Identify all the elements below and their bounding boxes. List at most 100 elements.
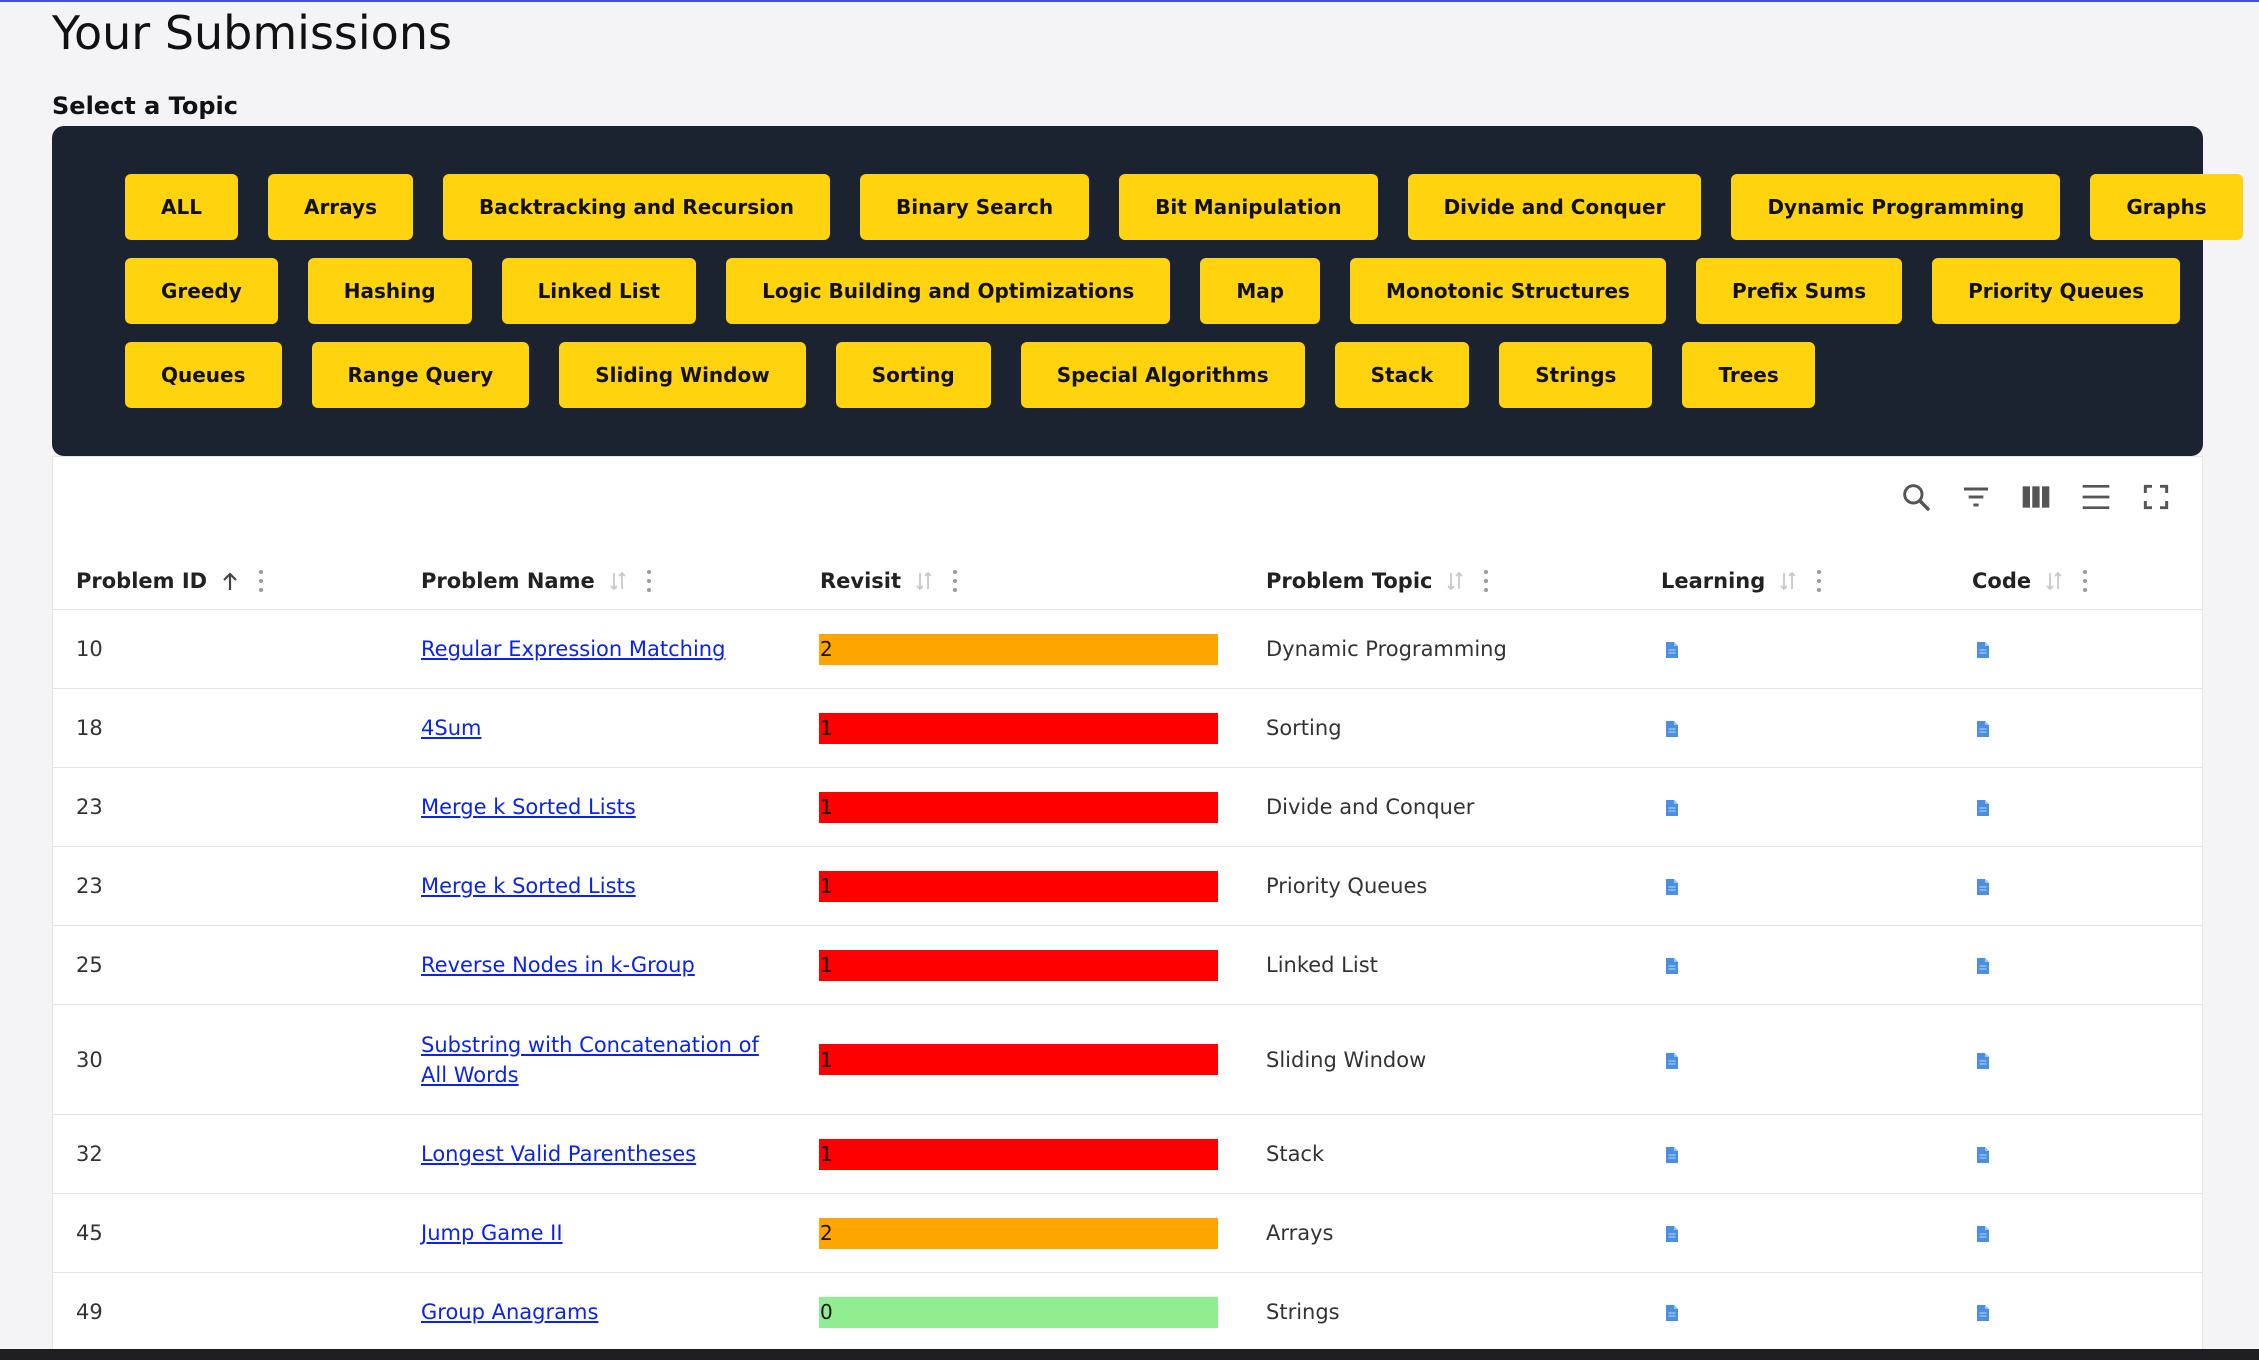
- problem-topic: Dynamic Programming: [1266, 637, 1507, 661]
- sort-icon[interactable]: [2045, 570, 2063, 592]
- problem-id-cell: 30: [76, 1005, 103, 1114]
- learning-document-icon[interactable]: [1664, 1145, 1680, 1163]
- problem-id-cell: 45: [76, 1194, 103, 1272]
- columns-icon[interactable]: [2020, 481, 2052, 513]
- revisit-cell: 1: [819, 847, 1218, 925]
- problem-id: 23: [76, 874, 103, 898]
- problem-topic-cell: Arrays: [1266, 1194, 1334, 1272]
- problem-name-link[interactable]: Substring with Concatenation of All Word…: [421, 1030, 791, 1090]
- code-document-icon[interactable]: [1975, 956, 1991, 974]
- sort-icon[interactable]: [915, 570, 933, 592]
- learning-document-icon[interactable]: [1664, 956, 1680, 974]
- topic-button-monotonic-structures[interactable]: Monotonic Structures: [1350, 258, 1666, 324]
- topic-button-stack[interactable]: Stack: [1334, 342, 1470, 408]
- topic-button-special-algorithms[interactable]: Special Algorithms: [1020, 342, 1305, 408]
- topic-button-map[interactable]: Map: [1200, 258, 1321, 324]
- sort-icon[interactable]: [1779, 570, 1797, 592]
- sort-icon[interactable]: [609, 570, 627, 592]
- problem-name-link[interactable]: 4Sum: [421, 713, 481, 743]
- topic-button-hashing[interactable]: Hashing: [307, 258, 472, 324]
- revisit-bar: 1: [819, 870, 1218, 902]
- topic-button-graphs[interactable]: Graphs: [2090, 174, 2243, 240]
- topic-button-prefix-sums[interactable]: Prefix Sums: [1695, 258, 1903, 324]
- problem-topic-cell: Sliding Window: [1266, 1005, 1426, 1114]
- column-header-revisit[interactable]: Revisit: [820, 551, 959, 610]
- learning-document-icon[interactable]: [1664, 719, 1680, 737]
- learning-document-icon[interactable]: [1664, 640, 1680, 658]
- topic-button-logic-building[interactable]: Logic Building and Optimizations: [726, 258, 1171, 324]
- sort-ascending-icon[interactable]: [221, 570, 239, 592]
- column-header-code[interactable]: Code: [1972, 551, 2089, 610]
- problem-name-link[interactable]: Jump Game II: [421, 1218, 563, 1248]
- column-title: Learning: [1661, 568, 1766, 593]
- problem-topic-cell: Linked List: [1266, 926, 1378, 1004]
- revisit-bar: 2: [819, 1217, 1218, 1249]
- topic-button-divide-and-conquer[interactable]: Divide and Conquer: [1407, 174, 1702, 240]
- column-header-problem-topic[interactable]: Problem Topic: [1266, 551, 1490, 610]
- problem-name-link[interactable]: Regular Expression Matching: [421, 634, 725, 664]
- topic-button-sliding-window[interactable]: Sliding Window: [559, 342, 806, 408]
- topic-button-queues[interactable]: Queues: [125, 342, 282, 408]
- learning-cell: [1664, 689, 1680, 767]
- code-document-icon[interactable]: [1975, 1051, 1991, 1069]
- code-document-icon[interactable]: [1975, 1145, 1991, 1163]
- sort-icon[interactable]: [1446, 570, 1464, 592]
- problem-name-link[interactable]: Merge k Sorted Lists: [421, 792, 636, 822]
- column-menu-icon[interactable]: [1484, 569, 1490, 592]
- code-document-icon[interactable]: [1975, 719, 1991, 737]
- column-menu-icon[interactable]: [259, 569, 265, 592]
- topic-button-greedy[interactable]: Greedy: [125, 258, 278, 324]
- problem-name-link[interactable]: Merge k Sorted Lists: [421, 871, 636, 901]
- learning-document-icon[interactable]: [1664, 877, 1680, 895]
- topic-button-range-query[interactable]: Range Query: [311, 342, 530, 408]
- problem-topic: Sliding Window: [1266, 1047, 1427, 1072]
- column-menu-icon[interactable]: [2083, 569, 2089, 592]
- topic-button-bit-manipulation[interactable]: Bit Manipulation: [1119, 174, 1378, 240]
- topic-button-strings[interactable]: Strings: [1499, 342, 1653, 408]
- problem-id-cell: 10: [76, 610, 103, 688]
- topic-button-backtracking-and-recursion[interactable]: Backtracking and Recursion: [443, 174, 831, 240]
- problem-name-link[interactable]: Reverse Nodes in k-Group: [421, 950, 695, 980]
- topic-button-arrays[interactable]: Arrays: [267, 174, 413, 240]
- code-document-icon[interactable]: [1975, 1303, 1991, 1321]
- topic-button-all[interactable]: ALL: [125, 174, 238, 240]
- column-menu-icon[interactable]: [1817, 569, 1823, 592]
- density-icon[interactable]: [2080, 481, 2112, 513]
- code-document-icon[interactable]: [1975, 1224, 1991, 1242]
- code-document-icon[interactable]: [1975, 798, 1991, 816]
- problem-topic: Priority Queues: [1266, 874, 1428, 898]
- table-row: 18 4Sum 1 Sorting: [53, 689, 2202, 768]
- search-icon[interactable]: [1900, 481, 1932, 513]
- code-document-icon[interactable]: [1975, 640, 1991, 658]
- problem-topic-cell: Divide and Conquer: [1266, 768, 1474, 846]
- column-header-learning[interactable]: Learning: [1661, 551, 1823, 610]
- table-header: Problem ID Problem Name Revisit Problem …: [53, 551, 2202, 610]
- code-document-icon[interactable]: [1975, 877, 1991, 895]
- topic-button-dynamic-programming[interactable]: Dynamic Programming: [1731, 174, 2061, 240]
- column-header-problem-id[interactable]: Problem ID: [76, 551, 265, 610]
- topic-button-linked-list[interactable]: Linked List: [501, 258, 697, 324]
- bottom-edge-strip: [0, 1349, 2259, 1360]
- column-menu-icon[interactable]: [646, 569, 653, 592]
- filter-icon[interactable]: [1960, 481, 1992, 513]
- problem-name-link[interactable]: Longest Valid Parentheses: [421, 1139, 696, 1169]
- problem-name-link[interactable]: Group Anagrams: [421, 1297, 598, 1327]
- problem-id: 10: [76, 637, 103, 661]
- problem-name-cell: Reverse Nodes in k-Group: [421, 926, 791, 1004]
- revisit-bar: 1: [819, 1138, 1218, 1170]
- learning-document-icon[interactable]: [1664, 798, 1680, 816]
- revisit-bar: 1: [819, 949, 1218, 981]
- topic-button-binary-search[interactable]: Binary Search: [860, 174, 1090, 240]
- fullscreen-icon[interactable]: [2140, 481, 2172, 513]
- topic-button-sorting[interactable]: Sorting: [835, 342, 991, 408]
- topic-button-trees[interactable]: Trees: [1682, 342, 1815, 408]
- topic-button-priority-queues[interactable]: Priority Queues: [1932, 258, 2181, 324]
- column-header-problem-name[interactable]: Problem Name: [421, 551, 653, 610]
- problem-id: 23: [76, 795, 103, 819]
- revisit-cell: 2: [819, 1194, 1218, 1272]
- learning-document-icon[interactable]: [1664, 1224, 1680, 1242]
- learning-document-icon[interactable]: [1664, 1051, 1680, 1069]
- column-menu-icon[interactable]: [953, 569, 959, 592]
- learning-document-icon[interactable]: [1664, 1303, 1680, 1321]
- problem-id-cell: 32: [76, 1115, 103, 1193]
